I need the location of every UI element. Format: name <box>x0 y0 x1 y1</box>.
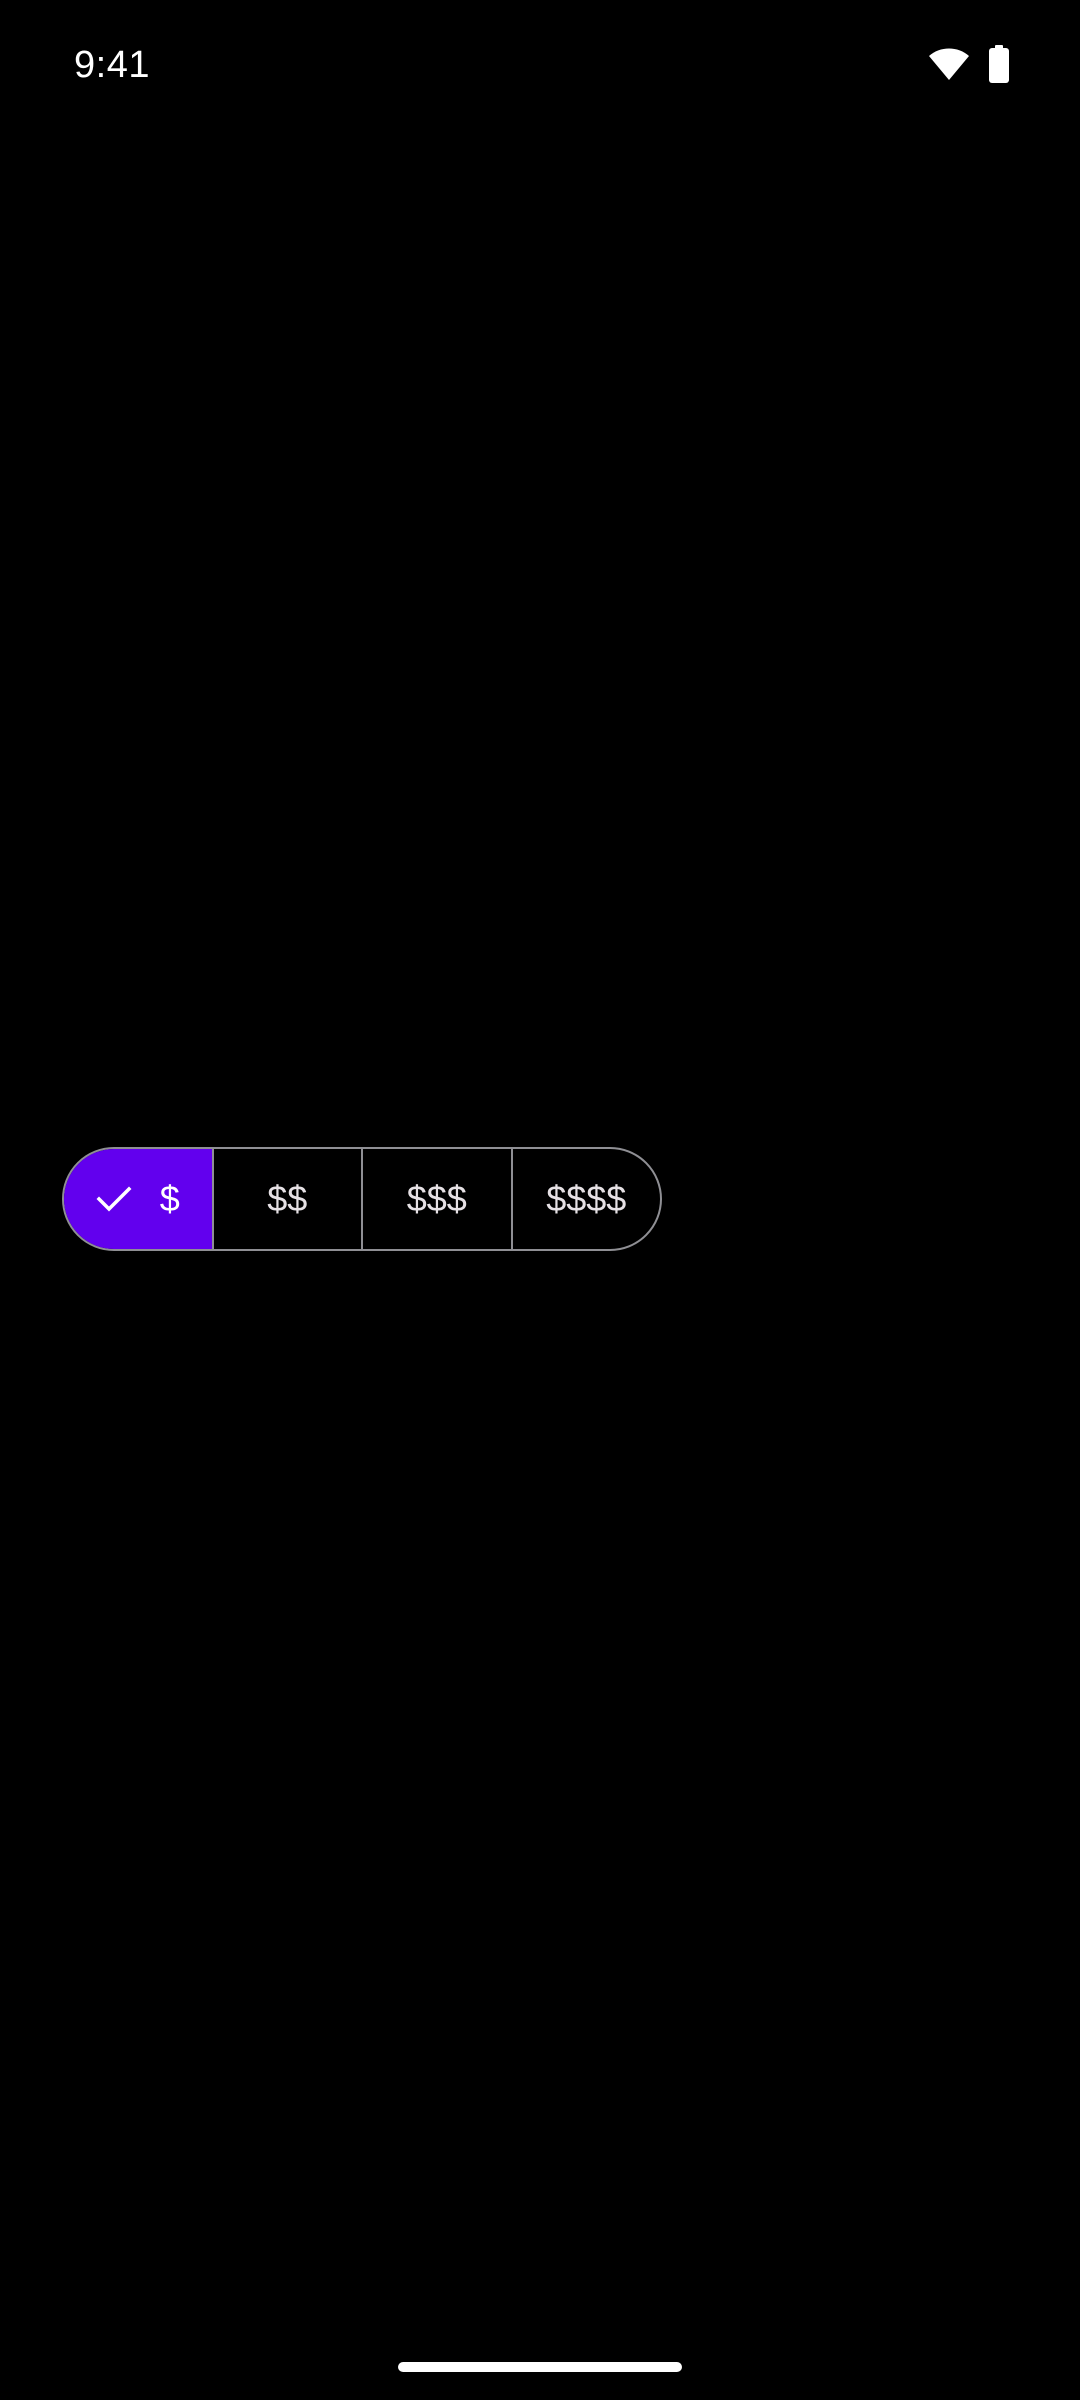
battery-icon <box>988 45 1010 83</box>
home-indicator[interactable] <box>398 2362 682 2372</box>
status-icons <box>928 44 1010 84</box>
segment-label: $$ <box>267 1178 308 1219</box>
segment-four-dollar[interactable]: $$$$ <box>510 1149 661 1249</box>
wifi-icon <box>928 47 970 81</box>
segment-label: $ <box>159 1178 180 1219</box>
segment-three-dollar[interactable]: $$$ <box>361 1149 511 1249</box>
segment-label: $$$$ <box>546 1178 627 1219</box>
check-icon <box>96 1185 132 1213</box>
segment-one-dollar[interactable]: $ <box>64 1149 212 1249</box>
segment-label: $$$ <box>406 1178 467 1219</box>
segment-two-dollar[interactable]: $$ <box>211 1149 362 1249</box>
clock: 9:41 <box>74 44 150 86</box>
status-bar: 9:41 <box>0 0 1080 130</box>
price-segmented-button: $ $$ $$$ $$$$ <box>62 1147 662 1251</box>
